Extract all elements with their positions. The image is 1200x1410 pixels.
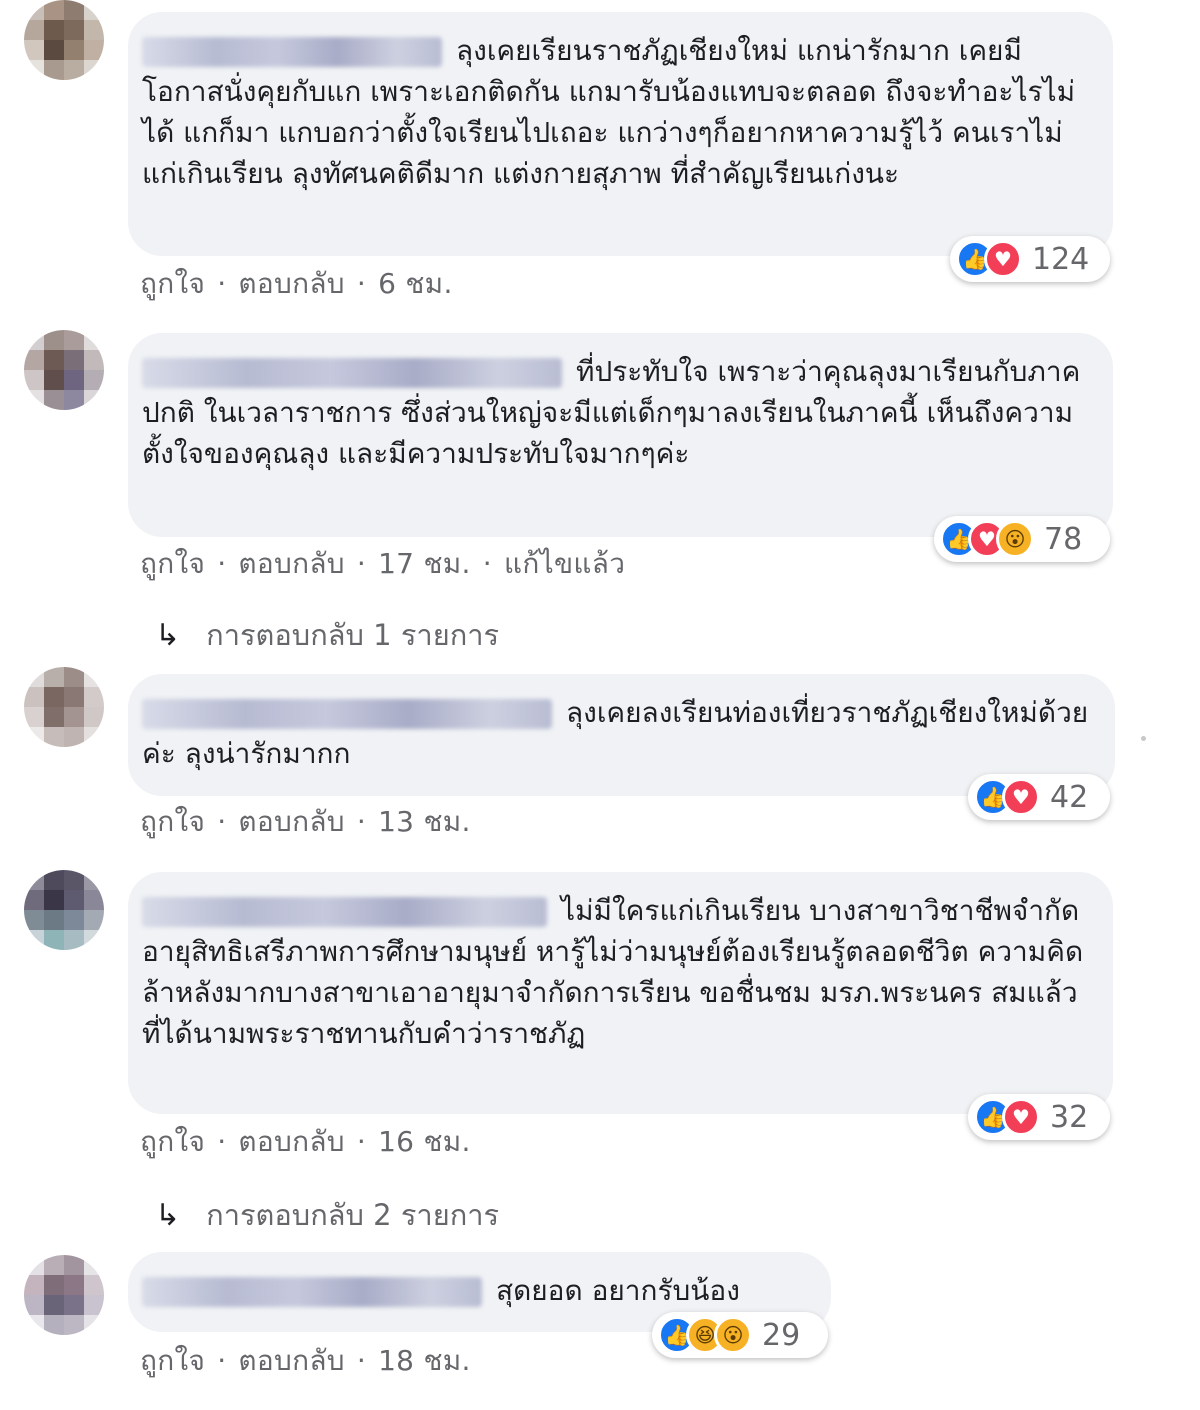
reaction-count: 42 [1050, 779, 1089, 815]
comment-actions: ถูกใจ · ตอบกลับ · 6 ชม. [140, 262, 453, 306]
reaction-summary[interactable]: 👍 ♥ 32 [968, 1094, 1110, 1140]
comment-bubble: ลุงเคยลงเรียนท่องเที่ยวราชภัฏเชียงใหม่ด้… [128, 674, 1115, 796]
like-link[interactable]: ถูกใจ [140, 1125, 205, 1158]
author-name[interactable] [142, 699, 552, 729]
separator-dot: · [217, 267, 227, 300]
view-replies-link[interactable]: ↳ การตอบกลับ 1 รายการ [155, 612, 499, 658]
like-link[interactable]: ถูกใจ [140, 267, 205, 300]
author-name[interactable] [142, 37, 442, 67]
avatar[interactable] [24, 1255, 104, 1335]
timestamp[interactable]: 16 ชม. [378, 1125, 471, 1158]
view-replies-link[interactable]: ↳ การตอบกลับ 2 รายการ [155, 1192, 499, 1238]
separator-dot: · [217, 1344, 227, 1377]
reaction-summary[interactable]: 👍 😆 😮 29 [652, 1312, 828, 1358]
separator-dot: · [356, 267, 367, 300]
reaction-count: 124 [1032, 241, 1090, 277]
timestamp[interactable]: 6 ชม. [378, 267, 453, 300]
author-name[interactable] [142, 897, 547, 927]
love-reaction-icon: ♥ [1002, 778, 1040, 816]
separator-dot: · [356, 1125, 367, 1158]
avatar[interactable] [24, 0, 104, 80]
reply-link[interactable]: ตอบกลับ [238, 1344, 344, 1377]
reaction-summary[interactable]: 👍 ♥ 😮 78 [934, 516, 1110, 562]
avatar[interactable] [24, 330, 104, 410]
separator-dot: · [356, 805, 367, 838]
timestamp[interactable]: 13 ชม. [378, 805, 471, 838]
comment-bubble: ลุงเคยเรียนราชภัฏเชียงใหม่ แกน่ารักมาก เ… [128, 12, 1113, 256]
author-name[interactable] [142, 1277, 482, 1307]
reaction-count: 78 [1044, 521, 1083, 557]
comment-bubble: ที่ประทับใจ เพราะว่าคุณลุงมาเรียนกับภาคป… [128, 333, 1113, 537]
love-reaction-icon: ♥ [1002, 1098, 1040, 1136]
reply-link[interactable]: ตอบกลับ [238, 547, 344, 580]
separator-dot: · [356, 547, 367, 580]
like-link[interactable]: ถูกใจ [140, 547, 205, 580]
love-reaction-icon: ♥ [984, 240, 1022, 278]
comment-bubble: ไม่มีใครแก่เกินเรียน บางสาขาวิชาชีพจำกัด… [128, 872, 1113, 1114]
separator-dot: · [482, 547, 492, 580]
reply-arrow-icon: ↳ [155, 1198, 181, 1233]
reply-arrow-icon: ↳ [155, 618, 181, 653]
wow-reaction-icon: 😮 [714, 1316, 752, 1354]
reaction-count: 32 [1050, 1099, 1089, 1135]
reply-link[interactable]: ตอบกลับ [238, 805, 344, 838]
comment-actions: ถูกใจ · ตอบกลับ · 18 ชม. [140, 1339, 471, 1383]
comment-actions: ถูกใจ · ตอบกลับ · 13 ชม. [140, 800, 471, 844]
separator-dot: · [356, 1344, 367, 1377]
replies-label: การตอบกลับ 1 รายการ [206, 618, 500, 652]
more-options-icon[interactable] [1141, 736, 1146, 741]
timestamp[interactable]: 18 ชม. [378, 1344, 471, 1377]
reaction-summary[interactable]: 👍 ♥ 124 [950, 236, 1110, 282]
timestamp[interactable]: 17 ชม. [378, 547, 471, 580]
reaction-count: 29 [762, 1317, 801, 1353]
comment-text: สุดยอด อยากรับน้อง [496, 1274, 740, 1307]
reply-link[interactable]: ตอบกลับ [238, 1125, 344, 1158]
avatar[interactable] [24, 870, 104, 950]
wow-reaction-icon: 😮 [996, 520, 1034, 558]
author-name[interactable] [142, 358, 562, 388]
separator-dot: · [217, 805, 227, 838]
comment-actions: ถูกใจ · ตอบกลับ · 16 ชม. [140, 1120, 471, 1164]
reply-link[interactable]: ตอบกลับ [238, 267, 344, 300]
like-link[interactable]: ถูกใจ [140, 1344, 205, 1377]
like-link[interactable]: ถูกใจ [140, 805, 205, 838]
reaction-summary[interactable]: 👍 ♥ 42 [968, 774, 1110, 820]
separator-dot: · [217, 547, 227, 580]
comment-actions: ถูกใจ · ตอบกลับ · 17 ชม. · แก้ไขแล้ว [140, 542, 625, 586]
replies-label: การตอบกลับ 2 รายการ [206, 1198, 500, 1232]
separator-dot: · [217, 1125, 227, 1158]
edited-label: แก้ไขแล้ว [503, 547, 626, 580]
avatar[interactable] [24, 667, 104, 747]
